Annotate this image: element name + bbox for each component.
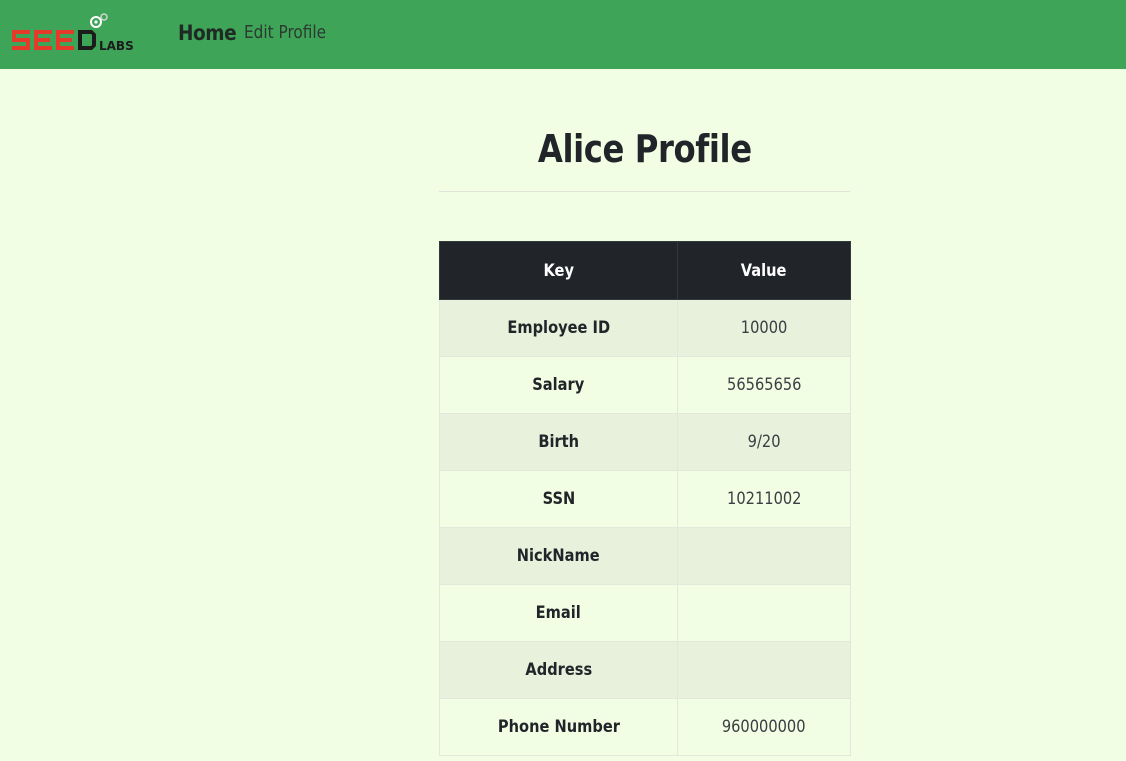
top-navbar: LABS Home Edit Profile bbox=[0, 0, 1126, 69]
row-value: 56565656 bbox=[677, 356, 851, 414]
row-key: Salary bbox=[439, 356, 678, 414]
nav-edit-profile-link[interactable]: Edit Profile bbox=[244, 22, 326, 43]
seed-labs-logo[interactable]: LABS bbox=[10, 12, 138, 58]
row-key: Address bbox=[439, 641, 678, 699]
svg-text:LABS: LABS bbox=[99, 39, 134, 53]
seed-labs-logo-icon: LABS bbox=[12, 13, 134, 53]
table-row: Address bbox=[439, 641, 851, 699]
row-key: SSN bbox=[439, 470, 678, 528]
column-header-value: Value bbox=[677, 241, 851, 300]
profile-table: Key Value Employee ID 10000 Salary 56565… bbox=[439, 241, 851, 756]
page-title-text: Alice Profile bbox=[537, 127, 752, 171]
row-value bbox=[677, 527, 851, 585]
row-key: Birth bbox=[439, 413, 678, 471]
table-row: Salary 56565656 bbox=[439, 356, 851, 414]
row-key: NickName bbox=[439, 527, 678, 585]
table-row: Birth 9/20 bbox=[439, 413, 851, 471]
row-key: Email bbox=[439, 584, 678, 642]
page-title: Alice Profile bbox=[439, 127, 850, 171]
table-row: Email bbox=[439, 584, 851, 642]
row-key: Employee ID bbox=[439, 299, 678, 357]
table-row: NickName bbox=[439, 527, 851, 585]
row-value: 960000000 bbox=[677, 698, 851, 756]
row-value: 10211002 bbox=[677, 470, 851, 528]
row-value bbox=[677, 641, 851, 699]
title-divider bbox=[439, 191, 850, 192]
row-value: 9/20 bbox=[677, 413, 851, 471]
column-header-key: Key bbox=[439, 241, 678, 300]
table-header-row: Key Value bbox=[439, 241, 851, 300]
row-value: 10000 bbox=[677, 299, 851, 357]
table-row: Employee ID 10000 bbox=[439, 299, 851, 357]
row-key: Phone Number bbox=[439, 698, 678, 756]
table-row: SSN 10211002 bbox=[439, 470, 851, 528]
row-value bbox=[677, 584, 851, 642]
table-row: Phone Number 960000000 bbox=[439, 698, 851, 756]
nav-home-link[interactable]: Home bbox=[178, 21, 237, 45]
